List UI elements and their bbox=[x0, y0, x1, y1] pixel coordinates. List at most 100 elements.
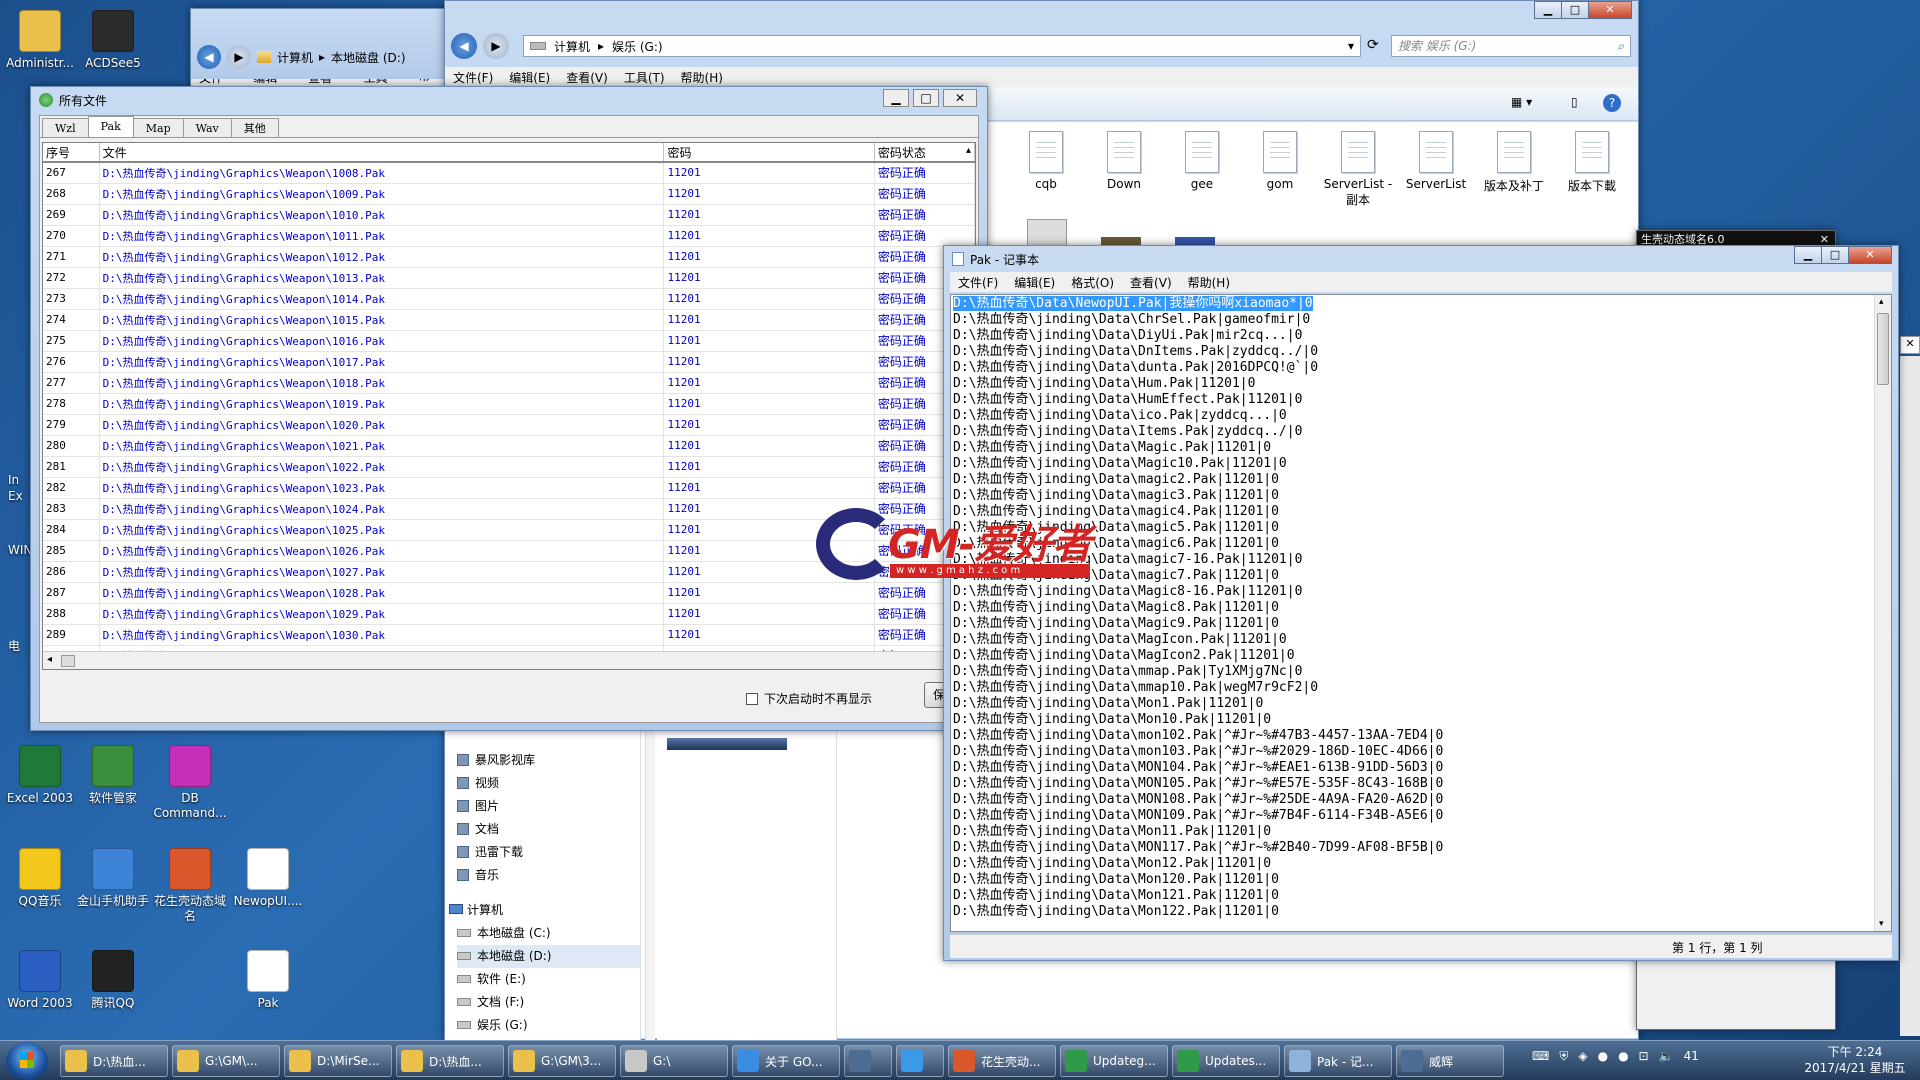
tab[interactable]: 其他 bbox=[230, 118, 279, 137]
taskbar-button[interactable]: Updateg... bbox=[1060, 1045, 1168, 1077]
notepad-text-area[interactable]: D:\热血传奇\Data\NewopUI.Pak|我操你吗啊xiaomao*|0… bbox=[950, 294, 1892, 932]
menu-item-format[interactable]: 格式(O) bbox=[1063, 274, 1122, 291]
drive-item[interactable]: 本地磁盘 (D:) bbox=[457, 945, 640, 968]
desktop-icon[interactable]: 花生壳动态域名 bbox=[150, 848, 230, 924]
network-icon[interactable]: ⊡ bbox=[1639, 1049, 1649, 1064]
scroll-down-icon[interactable]: ▾ bbox=[1879, 919, 1884, 929]
nav-item[interactable]: 视频 bbox=[457, 772, 640, 795]
explorer-window-d[interactable]: ◀ ▶ 计算机 ▸ 本地磁盘 (D:) 文件(F) 编辑(E) 查看(V) 工具… bbox=[190, 8, 450, 89]
tray-badge[interactable]: 41 bbox=[1684, 1049, 1699, 1064]
computer-node[interactable]: 计算机 bbox=[445, 887, 640, 922]
table-row[interactable]: 289 D:\热血传奇\jinding\Graphics\Weapon\1030.… bbox=[43, 624, 975, 646]
table-row[interactable]: 273 D:\热血传奇\jinding\Graphics\Weapon\1014.… bbox=[43, 288, 975, 310]
chevron-down-icon[interactable]: ▾ bbox=[1348, 39, 1354, 53]
address-bar[interactable]: 计算机 ▸ 娱乐 (G:) ▾ bbox=[523, 35, 1361, 57]
keyboard-icon[interactable]: ⌨ bbox=[1532, 1049, 1549, 1064]
refresh-icon[interactable]: ⟳ bbox=[1367, 37, 1379, 53]
table-row[interactable]: 270 D:\热血传奇\jinding\Graphics\Weapon\1011.… bbox=[43, 225, 975, 247]
file-item[interactable]: cqb bbox=[1011, 131, 1081, 191]
file-item[interactable]: ServerList bbox=[1401, 131, 1471, 191]
desktop-icon[interactable]: Excel 2003 bbox=[0, 745, 80, 806]
scroll-up-icon[interactable]: ▴ bbox=[966, 145, 971, 156]
desktop-icon[interactable]: NewopUI.... bbox=[228, 848, 308, 909]
taskbar-button[interactable] bbox=[844, 1045, 892, 1077]
file-item[interactable]: 版本及补丁 bbox=[1479, 131, 1549, 194]
file-item[interactable]: gom bbox=[1245, 131, 1315, 191]
close-button[interactable]: ✕ bbox=[1848, 246, 1892, 264]
tab[interactable]: Pak bbox=[87, 116, 134, 137]
menu-item-edit[interactable]: 编辑(E) bbox=[1006, 274, 1063, 291]
table-row[interactable]: 282 D:\热血传奇\jinding\Graphics\Weapon\1023.… bbox=[43, 477, 975, 499]
menu-item-edit[interactable]: 编辑(E) bbox=[501, 69, 558, 86]
all-files-window[interactable]: 所有文件 ▁ □ ✕ Wzl Pak Map Wav 其他 序号 文件 密码 密码状态 267… bbox=[30, 86, 994, 731]
scroll-left-icon[interactable]: ◂ bbox=[47, 654, 52, 665]
taskbar-button[interactable]: G:\GM\3... bbox=[508, 1045, 616, 1077]
taskbar-button[interactable]: D:\热血... bbox=[396, 1045, 504, 1077]
breadcrumb-item[interactable]: 娱乐 (G:) bbox=[612, 38, 663, 55]
column-header[interactable]: 文件 bbox=[99, 143, 665, 163]
taskbar-button[interactable]: 威辉 bbox=[1396, 1045, 1504, 1077]
drive-item[interactable]: 文档 (F:) bbox=[457, 991, 640, 1014]
table-row[interactable]: 271 D:\热血传奇\jinding\Graphics\Weapon\1012.… bbox=[43, 246, 975, 268]
qq-icon[interactable]: ● bbox=[1598, 1049, 1608, 1064]
table-row[interactable]: 276 D:\热血传奇\jinding\Graphics\Weapon\1017.… bbox=[43, 351, 975, 373]
taskbar-button[interactable]: 花生壳动... bbox=[948, 1045, 1056, 1077]
taskbar-button[interactable]: G:\ bbox=[620, 1045, 728, 1077]
scroll-thumb[interactable] bbox=[61, 655, 75, 667]
help-icon[interactable]: ? bbox=[1603, 94, 1621, 112]
volume-icon[interactable]: 🔈 bbox=[1659, 1049, 1674, 1064]
notepad-window[interactable]: Pak - 记事本 ▁ □ ✕ 文件(F) 编辑(E) 格式(O) 查看(V) … bbox=[943, 245, 1899, 961]
nav-item[interactable]: 暴风影视库 bbox=[457, 749, 640, 772]
taskbar-button[interactable]: Updates... bbox=[1172, 1045, 1280, 1077]
nav-item[interactable]: 迅雷下载 bbox=[457, 841, 640, 864]
file-item[interactable]: gee bbox=[1167, 131, 1237, 191]
menu-item-view[interactable]: 查看(V) bbox=[558, 69, 616, 86]
desktop-icon[interactable]: 软件管家 bbox=[73, 745, 153, 806]
menu-item-view[interactable]: 查看(V) bbox=[1122, 274, 1180, 291]
menu-item-help[interactable]: 帮助(H) bbox=[1180, 274, 1238, 291]
minimize-button[interactable]: ▁ bbox=[883, 89, 909, 107]
desktop-icon[interactable]: Pak bbox=[228, 950, 308, 1011]
scroll-up-icon[interactable]: ▴ bbox=[1879, 297, 1884, 307]
qq-icon[interactable]: ● bbox=[1618, 1049, 1628, 1064]
taskbar-button[interactable]: 关于 GO... bbox=[732, 1045, 840, 1077]
vertical-scrollbar[interactable]: ▴ ▾ bbox=[1874, 295, 1891, 931]
file-table[interactable]: 序号 文件 密码 密码状态 267 D:\热血传奇\jinding\Graphics\W… bbox=[42, 142, 976, 670]
maximize-button[interactable]: □ bbox=[1821, 246, 1849, 264]
taskbar-button[interactable]: D:\MirSe... bbox=[284, 1045, 392, 1077]
desktop-icon[interactable]: Word 2003 bbox=[0, 950, 80, 1011]
view-options-icon[interactable]: ▦ ▾ bbox=[1511, 95, 1532, 109]
nav-pane-scrollbar[interactable] bbox=[645, 731, 655, 1041]
no-show-option[interactable]: 下次启动时不再显示 bbox=[746, 690, 872, 707]
file-item[interactable]: ServerList - 副本 bbox=[1323, 131, 1393, 208]
back-button[interactable]: ◀ bbox=[451, 33, 477, 59]
table-row[interactable]: 277 D:\热血传奇\jinding\Graphics\Weapon\1018.… bbox=[43, 372, 975, 394]
column-header[interactable]: 密码 bbox=[663, 143, 875, 163]
checkbox[interactable] bbox=[746, 692, 758, 705]
forward-button[interactable]: ▶ bbox=[227, 45, 251, 69]
tab[interactable]: Map bbox=[132, 118, 184, 137]
taskbar-button[interactable]: G:\GM\... bbox=[172, 1045, 280, 1077]
taskbar-button[interactable] bbox=[896, 1045, 944, 1077]
column-header[interactable]: 序号 bbox=[43, 143, 100, 163]
tab[interactable]: Wzl bbox=[42, 118, 89, 137]
maximize-button[interactable]: □ bbox=[913, 89, 939, 107]
nav-item[interactable]: 音乐 bbox=[457, 864, 640, 887]
search-input[interactable]: 搜索 娱乐 (G:) ⌕ bbox=[1391, 35, 1631, 57]
file-item[interactable]: Down bbox=[1089, 131, 1159, 191]
desktop-icon[interactable]: QQ音乐 bbox=[0, 848, 80, 909]
menu-item-file[interactable]: 文件(F) bbox=[950, 274, 1006, 291]
drive-item[interactable]: 软件 (E:) bbox=[457, 968, 640, 991]
close-button[interactable]: ✕ bbox=[1588, 1, 1632, 19]
table-row[interactable]: 275 D:\热血传奇\jinding\Graphics\Weapon\1016.… bbox=[43, 330, 975, 352]
image-thumbnail[interactable] bbox=[667, 738, 787, 750]
nav-item[interactable]: 文档 bbox=[457, 818, 640, 841]
security-icon[interactable]: ◈ bbox=[1578, 1049, 1587, 1064]
table-row[interactable]: 272 D:\热血传奇\jinding\Graphics\Weapon\1013.… bbox=[43, 267, 975, 289]
taskbar-button[interactable]: Pak - 记... bbox=[1284, 1045, 1392, 1077]
maximize-button[interactable]: □ bbox=[1561, 1, 1589, 19]
forward-button[interactable]: ▶ bbox=[483, 33, 509, 59]
horizontal-scrollbar[interactable]: ◂ bbox=[43, 651, 975, 669]
table-row[interactable]: 274 D:\热血传奇\jinding\Graphics\Weapon\1015.… bbox=[43, 309, 975, 331]
menu-item-tools[interactable]: 工具(T) bbox=[616, 69, 673, 86]
